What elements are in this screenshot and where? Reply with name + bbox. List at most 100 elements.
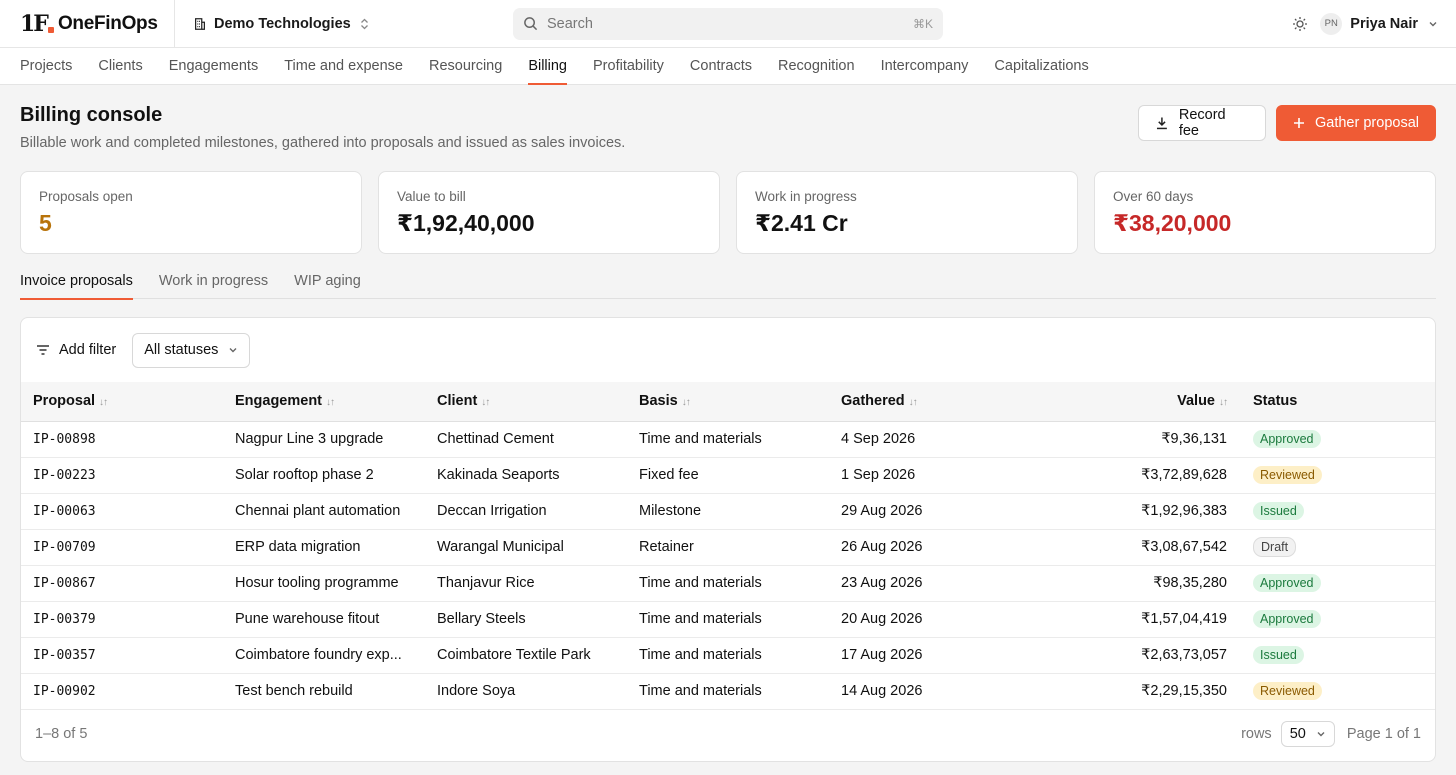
cell-proposal: IP-00357 xyxy=(21,637,223,674)
nav-item-intercompany[interactable]: Intercompany xyxy=(881,48,969,85)
column-header-label: Proposal xyxy=(33,393,96,410)
cell-proposal: IP-00379 xyxy=(21,601,223,638)
kpi-label: Value to bill xyxy=(397,189,466,204)
nav-item-billing[interactable]: Billing xyxy=(528,48,567,85)
cell-client: Coimbatore Textile Park xyxy=(425,637,627,674)
chevron-down-icon[interactable] xyxy=(1428,19,1438,29)
kpi-value: ₹38,20,000 xyxy=(1113,210,1232,236)
pagination: rows 50 Page 1 of 1 xyxy=(1241,721,1421,747)
search-shortcut: ⌘K xyxy=(912,16,933,31)
sort-icon[interactable]: ↓↑ xyxy=(682,397,691,408)
cell-value: ₹9,36,131 xyxy=(1031,421,1241,458)
cell-proposal: IP-00902 xyxy=(21,673,223,710)
column-header-value[interactable]: Value ↓↑ xyxy=(1031,382,1241,422)
cell-proposal: IP-00063 xyxy=(21,493,223,530)
kpi-card-value-to-bill: Value to bill ₹1,92,40,000 xyxy=(378,171,720,254)
cell-gathered: 29 Aug 2026 xyxy=(829,493,1031,530)
nav-item-engagements[interactable]: Engagements xyxy=(169,48,258,85)
table-row[interactable]: IP-00223 Solar rooftop phase 2 Kakinada Se… xyxy=(21,457,1435,494)
chevron-down-icon xyxy=(229,348,237,353)
avatar[interactable]: PN xyxy=(1320,12,1343,35)
sort-icon[interactable]: ↓↑ xyxy=(1219,397,1228,408)
table-row[interactable]: IP-00357 Coimbatore foundry exp... Coimbat… xyxy=(21,637,1435,674)
cell-engagement: Pune warehouse fitout xyxy=(223,601,425,638)
cell-value: ₹1,57,04,419 xyxy=(1031,601,1241,638)
record-fee-button[interactable]: Record fee xyxy=(1138,105,1266,141)
table-row[interactable]: IP-00898 Nagpur Line 3 upgrade Chettinad C… xyxy=(21,421,1435,458)
nav-item-time-and-expense[interactable]: Time and expense xyxy=(284,48,403,85)
sort-icon[interactable]: ↓↑ xyxy=(481,397,490,408)
cell-client: Kakinada Seaports xyxy=(425,457,627,494)
column-header-basis[interactable]: Basis ↓↑ xyxy=(627,382,829,422)
column-header-engagement[interactable]: Engagement ↓↑ xyxy=(223,382,425,422)
search-input[interactable]: Search ⌘K xyxy=(513,7,943,40)
page-subtitle: Billable work and completed milestones, … xyxy=(20,135,626,151)
rows-per-page-select[interactable]: 50 xyxy=(1280,721,1335,747)
status-badge: Reviewed xyxy=(1253,682,1322,700)
column-header-client[interactable]: Client ↓↑ xyxy=(425,382,627,422)
column-header-status[interactable]: Status xyxy=(1241,382,1435,422)
brand-logo[interactable]: 1F OneFinOps xyxy=(0,0,175,48)
nav-item-profitability[interactable]: Profitability xyxy=(593,48,664,85)
table-row[interactable]: IP-00902 Test bench rebuild Indore Soya Tim… xyxy=(21,673,1435,710)
cell-value: ₹2,63,73,057 xyxy=(1031,637,1241,674)
cell-basis: Time and materials xyxy=(627,673,829,710)
sort-icon[interactable]: ↓↑ xyxy=(909,397,918,408)
table-row[interactable]: IP-00867 Hosur tooling programme Thanjavur… xyxy=(21,565,1435,602)
proposals-table: Proposal ↓↑ Engagement ↓↑ Client ↓↑ Basis ↓↑ Gat… xyxy=(21,382,1435,710)
row-range: 1–8 of 5 xyxy=(35,726,88,742)
cell-client: Warangal Municipal xyxy=(425,529,627,566)
column-header-label: Client xyxy=(437,393,478,410)
column-header-proposal[interactable]: Proposal ↓↑ xyxy=(21,382,223,422)
nav-item-clients[interactable]: Clients xyxy=(98,48,142,85)
chevron-down-icon xyxy=(1317,732,1325,737)
table-row[interactable]: IP-00709 ERP data migration Warangal Munic… xyxy=(21,529,1435,566)
cell-engagement: Nagpur Line 3 upgrade xyxy=(223,421,425,458)
sun-icon[interactable] xyxy=(1292,16,1308,32)
nav-item-recognition[interactable]: Recognition xyxy=(778,48,855,85)
status-badge: Issued xyxy=(1253,502,1304,520)
nav-item-contracts[interactable]: Contracts xyxy=(690,48,752,85)
user-name[interactable]: Priya Nair xyxy=(1350,16,1418,32)
brand-mark: 1F xyxy=(20,11,54,37)
cell-status: Reviewed xyxy=(1241,673,1435,710)
add-filter-button[interactable]: Add filter xyxy=(36,342,116,358)
download-icon xyxy=(1156,117,1167,130)
column-header-label: Engagement xyxy=(235,393,323,410)
sort-icon[interactable]: ↓↑ xyxy=(99,397,108,408)
cell-basis: Time and materials xyxy=(627,601,829,638)
nav-item-projects[interactable]: Projects xyxy=(20,48,72,85)
nav-item-capitalizations[interactable]: Capitalizations xyxy=(994,48,1088,85)
rows-label: rows xyxy=(1241,726,1272,742)
table-row[interactable]: IP-00379 Pune warehouse fitout Bellary Ste… xyxy=(21,601,1435,638)
tab-work-in-progress[interactable]: Work in progress xyxy=(159,264,268,299)
proposals-panel: Add filter All statuses Proposal ↓↑ Engage… xyxy=(20,317,1436,762)
sort-icon[interactable]: ↓↑ xyxy=(326,397,335,408)
nav-item-resourcing[interactable]: Resourcing xyxy=(429,48,502,85)
chevron-updown-icon xyxy=(360,18,368,29)
cell-basis: Time and materials xyxy=(627,565,829,602)
cell-proposal: IP-00709 xyxy=(21,529,223,566)
cell-engagement: Coimbatore foundry exp... xyxy=(223,637,425,674)
cell-status: Issued xyxy=(1241,493,1435,530)
workspace-switcher[interactable]: Demo Technologies xyxy=(175,0,513,48)
kpi-label: Proposals open xyxy=(39,189,133,204)
table-row[interactable]: IP-00063 Chennai plant automation Deccan I… xyxy=(21,493,1435,530)
cell-gathered: 14 Aug 2026 xyxy=(829,673,1031,710)
cell-engagement: ERP data migration xyxy=(223,529,425,566)
cell-basis: Milestone xyxy=(627,493,829,530)
kpi-label: Work in progress xyxy=(755,189,857,204)
search-icon xyxy=(524,17,538,31)
cell-status: Approved xyxy=(1241,601,1435,638)
table-header-row: Proposal ↓↑ Engagement ↓↑ Client ↓↑ Basis ↓↑ Gat… xyxy=(21,382,1435,422)
cell-proposal: IP-00898 xyxy=(21,421,223,458)
status-badge: Approved xyxy=(1253,574,1321,592)
cell-client: Thanjavur Rice xyxy=(425,565,627,602)
tab-wip-aging[interactable]: WIP aging xyxy=(294,264,361,299)
tab-invoice-proposals[interactable]: Invoice proposals xyxy=(20,264,133,300)
cell-gathered: 23 Aug 2026 xyxy=(829,565,1031,602)
status-filter-select[interactable]: All statuses xyxy=(132,332,251,368)
cell-basis: Fixed fee xyxy=(627,457,829,494)
column-header-gathered[interactable]: Gathered ↓↑ xyxy=(829,382,1031,422)
gather-proposal-button[interactable]: Gather proposal xyxy=(1276,105,1436,141)
